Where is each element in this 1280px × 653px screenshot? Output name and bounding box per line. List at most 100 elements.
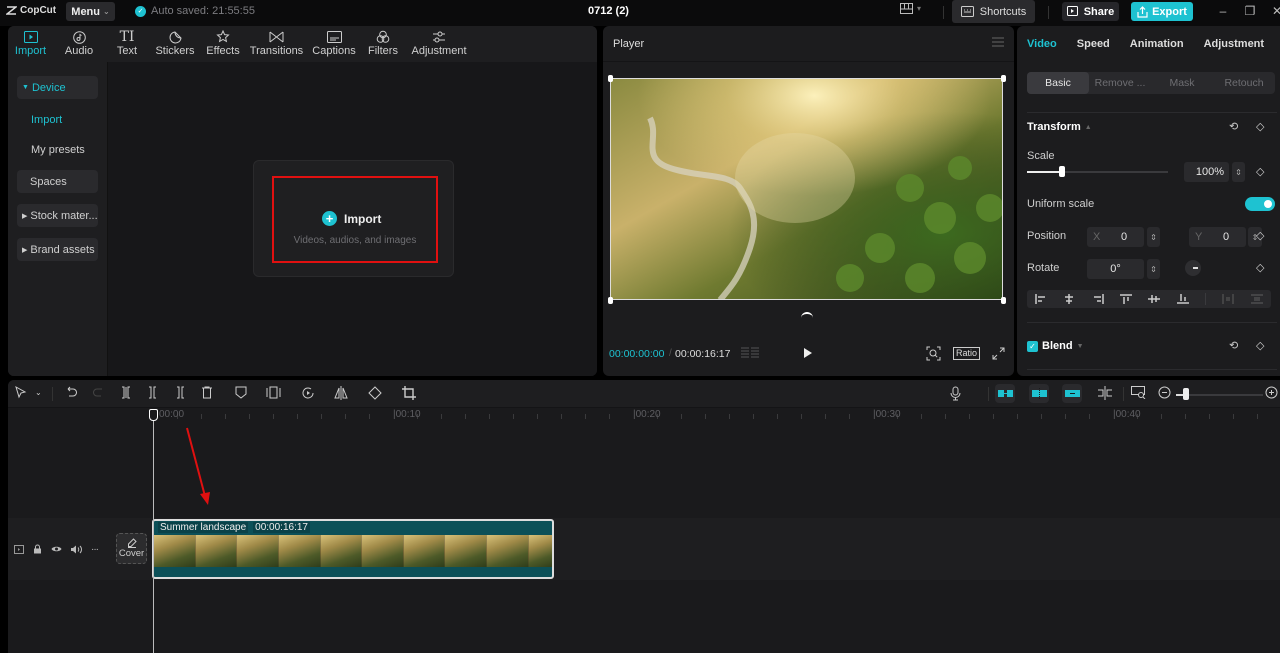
preview-axis-icon[interactable] bbox=[1131, 386, 1146, 399]
tab-captions[interactable]: Captions bbox=[308, 26, 360, 62]
keyframe-diamond-icon[interactable]: ◇ bbox=[1256, 339, 1264, 352]
tab-filters[interactable]: Filters bbox=[360, 26, 406, 62]
more-options-icon[interactable]: ··· bbox=[91, 544, 99, 555]
scale-input[interactable]: 100% bbox=[1184, 162, 1229, 182]
keyframe-diamond-icon[interactable]: ◇ bbox=[1256, 229, 1264, 242]
sub-tab-basic[interactable]: Basic bbox=[1027, 72, 1089, 94]
tab-video[interactable]: Video bbox=[1017, 38, 1067, 50]
ratio-button[interactable]: Ratio bbox=[953, 347, 981, 360]
menu-button[interactable]: Menu ⌄ bbox=[66, 2, 115, 21]
minimize-icon[interactable]: – bbox=[1214, 4, 1232, 18]
playhead-line[interactable] bbox=[153, 416, 154, 653]
linkage-button[interactable] bbox=[1062, 384, 1082, 403]
close-icon[interactable]: ✕ bbox=[1268, 4, 1280, 18]
position-x-input[interactable]: X 0 bbox=[1087, 227, 1144, 247]
sub-tab-remove-background[interactable]: Remove ... bbox=[1089, 72, 1151, 94]
uniform-scale-toggle[interactable] bbox=[1245, 197, 1275, 211]
timeline-zoom-thumb[interactable] bbox=[1183, 388, 1189, 400]
select-cursor-icon[interactable] bbox=[14, 386, 28, 400]
auto-snapping-button[interactable] bbox=[1029, 384, 1049, 403]
reset-icon[interactable]: ⟲ bbox=[1229, 339, 1238, 352]
share-button[interactable]: Share bbox=[1062, 2, 1119, 21]
layout-button[interactable]: ▾ bbox=[900, 3, 921, 14]
sidebar-item-device[interactable]: ▼ Device bbox=[17, 76, 98, 99]
mirror-icon[interactable] bbox=[334, 386, 348, 400]
tab-audio[interactable]: Audio bbox=[53, 26, 105, 62]
redo-icon[interactable] bbox=[92, 386, 105, 399]
main-track-magnet-button[interactable] bbox=[995, 384, 1015, 403]
align-right-icon[interactable] bbox=[1092, 294, 1104, 304]
export-button[interactable]: Export bbox=[1131, 2, 1193, 21]
cover-button[interactable]: Cover bbox=[116, 533, 147, 564]
play-button[interactable] bbox=[803, 347, 813, 359]
undo-icon[interactable] bbox=[65, 386, 78, 399]
resize-handle[interactable] bbox=[608, 75, 613, 82]
eye-icon[interactable] bbox=[51, 545, 62, 553]
chevron-down-icon[interactable]: ⌄ bbox=[35, 388, 42, 397]
zoom-out-icon[interactable] bbox=[1158, 386, 1171, 399]
freeze-frame-icon[interactable] bbox=[266, 386, 281, 399]
rotate-handle[interactable] bbox=[801, 312, 813, 318]
restore-icon[interactable]: ❐ bbox=[1241, 4, 1259, 18]
tab-effects[interactable]: Effects bbox=[201, 26, 245, 62]
rotate-stepper[interactable]: ⇕ bbox=[1147, 259, 1160, 279]
resize-handle[interactable] bbox=[1001, 297, 1006, 304]
position-y-input[interactable]: Y 0 bbox=[1189, 227, 1246, 247]
video-clip[interactable]: Summer landscape 00:00:16:17 bbox=[152, 519, 554, 579]
lock-icon[interactable] bbox=[33, 544, 42, 554]
tab-animation[interactable]: Animation bbox=[1120, 38, 1194, 50]
align-top-icon[interactable] bbox=[1120, 294, 1133, 304]
position-x-stepper[interactable]: ⇕ bbox=[1147, 227, 1160, 247]
sidebar-item-spaces[interactable]: Spaces bbox=[17, 170, 98, 193]
tab-adjustment[interactable]: Adjustment bbox=[1194, 38, 1275, 50]
timecode-grid-icon[interactable] bbox=[741, 347, 759, 360]
delete-right-icon[interactable] bbox=[174, 386, 186, 399]
tab-stickers[interactable]: Stickers bbox=[149, 26, 201, 62]
align-center-v-icon[interactable] bbox=[1148, 294, 1161, 304]
scale-slider-thumb[interactable] bbox=[1059, 166, 1066, 177]
rotate-input[interactable]: 0° bbox=[1087, 259, 1144, 279]
split-clip-icon[interactable] bbox=[1097, 386, 1113, 400]
timeline-zoom-slider[interactable] bbox=[1188, 394, 1263, 396]
blend-checkbox[interactable]: ✓ bbox=[1027, 340, 1038, 352]
selection-frame[interactable] bbox=[610, 78, 1003, 300]
playhead-handle[interactable] bbox=[149, 409, 158, 421]
tab-transitions[interactable]: Transitions bbox=[245, 26, 308, 62]
zoom-fit-icon[interactable] bbox=[926, 346, 941, 361]
volume-icon[interactable] bbox=[71, 545, 82, 554]
tab-speed[interactable]: Speed bbox=[1067, 38, 1120, 50]
zoom-in-icon[interactable] bbox=[1265, 386, 1278, 399]
blend-section-header[interactable]: ✓ Blend ▼ bbox=[1027, 340, 1084, 352]
tab-adjustment[interactable]: Adjustment bbox=[406, 26, 472, 62]
scale-stepper[interactable]: ⇕ bbox=[1232, 162, 1245, 182]
rotate-icon[interactable] bbox=[368, 386, 382, 400]
sidebar-item-my-presets[interactable]: My presets bbox=[17, 138, 98, 161]
align-center-h-icon[interactable] bbox=[1063, 294, 1075, 304]
transform-section-header[interactable]: Transform ▲ bbox=[1027, 121, 1092, 133]
reset-icon[interactable]: ⟲ bbox=[1229, 120, 1238, 133]
sub-tab-mask[interactable]: Mask bbox=[1151, 72, 1213, 94]
keyframe-diamond-icon[interactable]: ◇ bbox=[1256, 261, 1264, 274]
keyframe-diamond-icon[interactable]: ◇ bbox=[1256, 165, 1264, 178]
keyframe-diamond-icon[interactable]: ◇ bbox=[1256, 120, 1264, 133]
hamburger-menu-icon[interactable] bbox=[992, 37, 1004, 47]
align-left-icon[interactable] bbox=[1035, 294, 1047, 304]
trash-icon[interactable] bbox=[201, 386, 213, 399]
sidebar-item-stock-material[interactable]: ▶ Stock mater... bbox=[17, 204, 98, 227]
sidebar-item-import[interactable]: Import bbox=[17, 108, 98, 131]
import-button[interactable]: + Import bbox=[322, 211, 381, 226]
split-icon[interactable] bbox=[120, 386, 132, 399]
sidebar-item-brand-assets[interactable]: ▶ Brand assets bbox=[17, 238, 98, 261]
tab-text[interactable]: TI Text bbox=[105, 26, 149, 62]
resize-handle[interactable] bbox=[1001, 75, 1006, 82]
tab-import[interactable]: Import bbox=[8, 26, 53, 62]
rotate-dial[interactable] bbox=[1185, 260, 1201, 276]
crop-icon[interactable] bbox=[402, 386, 416, 400]
resize-handle[interactable] bbox=[608, 297, 613, 304]
reverse-icon[interactable] bbox=[301, 386, 315, 400]
sub-tab-retouch[interactable]: Retouch bbox=[1213, 72, 1275, 94]
delete-left-icon[interactable] bbox=[147, 386, 159, 399]
microphone-icon[interactable] bbox=[950, 386, 961, 401]
fullscreen-icon[interactable] bbox=[992, 347, 1005, 360]
marker-icon[interactable] bbox=[235, 386, 247, 399]
